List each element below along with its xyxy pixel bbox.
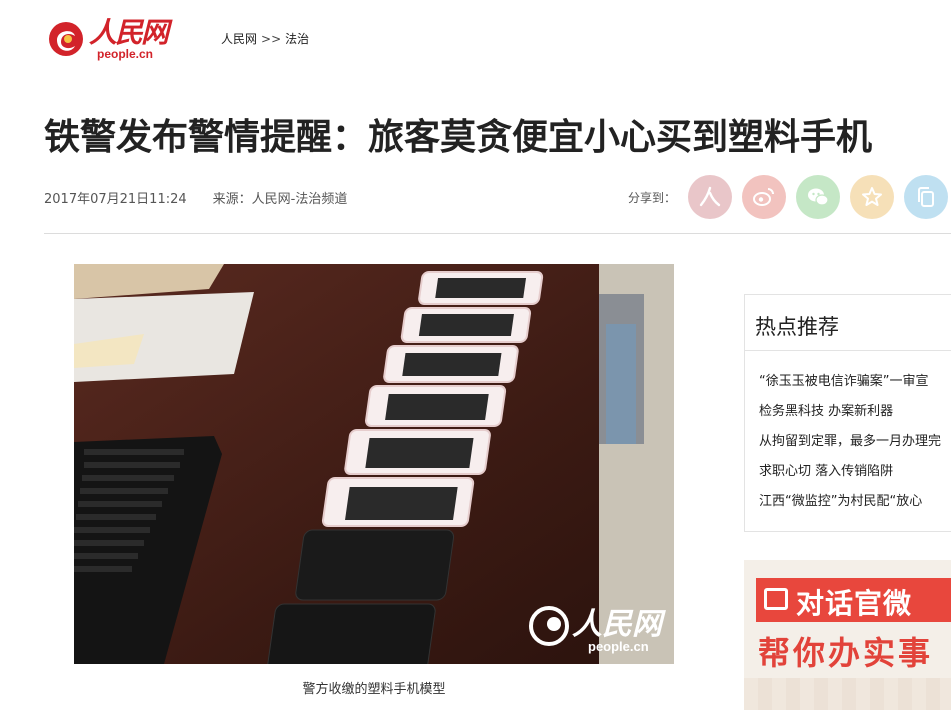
banner-decoration <box>744 678 951 710</box>
hot-divider <box>745 350 951 351</box>
breadcrumb-law[interactable]: 法治 <box>285 32 309 46</box>
meta-divider <box>44 233 951 234</box>
wechat-icon <box>808 188 829 206</box>
hot-item[interactable]: “徐玉玉被电信诈骗案”一审宣 <box>759 367 941 397</box>
breadcrumb: 人民网 >> 法治 <box>221 30 309 47</box>
site-logo[interactable]: 人民网 people.cn <box>47 16 169 62</box>
breadcrumb-separator: >> <box>261 32 282 46</box>
photo-illustration: 人民网 people.cn <box>74 264 674 664</box>
hot-title: 热点推荐 <box>755 315 839 339</box>
hot-list: “徐玉玉被电信诈骗案”一审宣 检务黑科技 办案新利器 从拘留到定罪，最多一月办理… <box>759 367 941 517</box>
people-icon <box>699 186 721 207</box>
article-photo: 人民网 people.cn <box>74 264 674 664</box>
logo-text-en: people.cn <box>97 47 154 61</box>
photo-caption: 警方收缴的塑料手机模型 <box>302 682 446 697</box>
hot-item[interactable]: 江西“微监控”为村民配“放心 <box>759 487 941 517</box>
photo-watermark-en: people.cn <box>588 639 649 654</box>
logo-text-cn: 人民网 <box>89 16 169 49</box>
favorite-icon <box>862 187 882 206</box>
hot-recommendations: 热点推荐 “徐玉玉被电信诈骗案”一审宣 检务黑科技 办案新利器 从拘留到定罪，最… <box>744 294 951 532</box>
share-label: 分享到： <box>628 191 677 205</box>
hot-item[interactable]: 检务黑科技 办案新利器 <box>759 397 941 427</box>
logo-swirl-icon <box>49 22 83 56</box>
hot-item[interactable]: 从拘留到定罪，最多一月办理完 <box>759 427 941 457</box>
article-source[interactable]: 来源：人民网-法治频道 <box>213 192 348 207</box>
share-copy-button[interactable] <box>904 175 948 219</box>
weibo-icon <box>753 188 774 206</box>
banner-title: 对话官微 <box>796 587 913 620</box>
article-title: 铁警发布警情提醒：旅客莫贪便宜小心买到塑料手机 <box>44 117 873 158</box>
share-favorite-button[interactable] <box>850 175 894 219</box>
breadcrumb-home[interactable]: 人民网 <box>221 32 257 46</box>
share-weibo-button[interactable] <box>742 175 786 219</box>
weibo-dialog-banner[interactable]: 对话官微 帮你办实事 <box>744 560 951 710</box>
hot-item[interactable]: 求职心切 落入传销陷阱 <box>759 457 941 487</box>
article-meta: 2017年07月21日11:24 来源：人民网-法治频道 <box>44 188 347 207</box>
banner-subtitle: 帮你办实事 <box>758 634 934 672</box>
share-wechat-button[interactable] <box>796 175 840 219</box>
chat-bubble-icon <box>764 588 788 610</box>
share-people-button[interactable] <box>688 175 732 219</box>
article-datetime: 2017年07月21日11:24 <box>44 192 187 207</box>
banner-header: 对话官微 <box>756 578 951 622</box>
copy-icon <box>918 187 934 207</box>
photo-watermark-cn: 人民网 <box>572 607 666 642</box>
